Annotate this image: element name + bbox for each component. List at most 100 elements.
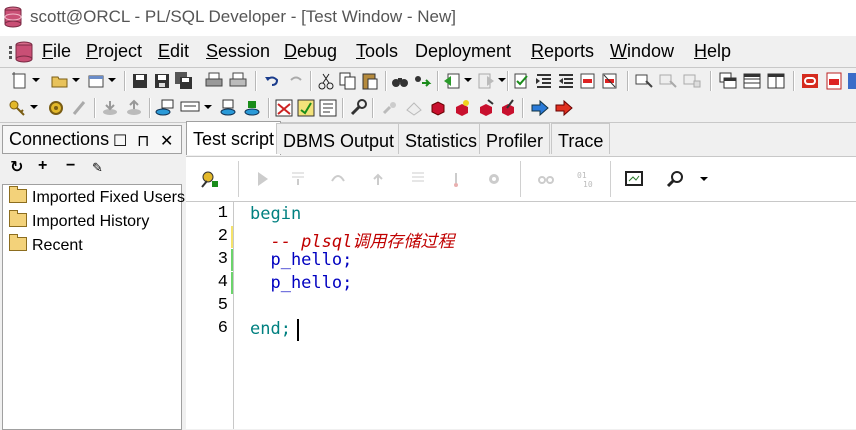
check-syntax-icon[interactable]	[512, 71, 532, 91]
add-icon[interactable]: +	[38, 157, 47, 175]
find-icon[interactable]	[390, 71, 410, 91]
menu-debug[interactable]: Debug	[284, 41, 337, 62]
eraser-disabled-icon[interactable]	[404, 98, 424, 118]
report-icon[interactable]	[296, 98, 316, 118]
pin-icon[interactable]: ⊓	[137, 131, 149, 151]
close-icon[interactable]: ✕	[160, 131, 173, 151]
breakpoint-disabled-icon[interactable]	[380, 98, 400, 118]
windows-tile-icon[interactable]	[742, 71, 762, 91]
save-icon[interactable]	[130, 71, 150, 91]
yellow-red-cube-icon[interactable]	[452, 98, 472, 118]
rollback-icon[interactable]	[124, 98, 144, 118]
undo-icon[interactable]	[262, 71, 282, 91]
navigate-forward-icon[interactable]	[476, 71, 496, 91]
menu-edit[interactable]: Edit	[158, 41, 189, 62]
brush-cube-icon[interactable]	[498, 98, 518, 118]
tab-profiler[interactable]: Profiler	[479, 123, 551, 154]
watch-icon[interactable]	[536, 169, 556, 189]
step-over-icon[interactable]	[328, 169, 348, 189]
chevron-down-icon[interactable]	[32, 78, 40, 82]
sql-window-icon[interactable]	[154, 98, 174, 118]
print-preview-icon[interactable]	[228, 71, 248, 91]
new-icon[interactable]	[10, 71, 30, 91]
uncomment-icon[interactable]	[600, 71, 620, 91]
execute-icon[interactable]	[46, 98, 66, 118]
code-editor[interactable]: 1 2 3 4 5 6 begin -- plsql调用存储过程 p_hello…	[186, 201, 856, 429]
menu-deployment[interactable]: Deployment	[415, 41, 511, 62]
run-icon[interactable]	[252, 169, 272, 189]
print-icon[interactable]	[204, 71, 224, 91]
tree-item-recent[interactable]: Recent	[9, 234, 83, 259]
run-to-next-icon[interactable]	[446, 169, 466, 189]
chevron-down-icon[interactable]	[72, 78, 80, 82]
windows-cascade-icon[interactable]	[718, 71, 738, 91]
maximize-icon[interactable]: ☐	[113, 131, 127, 151]
edit-icon[interactable]: ✎	[92, 160, 103, 176]
chevron-down-icon[interactable]	[700, 177, 708, 181]
comment-icon[interactable]	[578, 71, 598, 91]
tree-item-imported-fixed-users[interactable]: Imported Fixed Users	[9, 186, 185, 211]
oracle-icon[interactable]	[800, 71, 820, 91]
refresh-icon[interactable]: ↻	[10, 157, 23, 177]
query-builder-icon[interactable]	[682, 71, 702, 91]
run-to-exception-icon[interactable]	[408, 169, 428, 189]
menu-file[interactable]: File	[42, 41, 71, 62]
copy-icon[interactable]	[338, 71, 358, 91]
command-window-icon[interactable]	[218, 98, 238, 118]
settings-icon[interactable]	[484, 169, 504, 189]
tab-trace[interactable]: Trace	[551, 123, 611, 154]
save-as-icon[interactable]	[152, 71, 172, 91]
commit-icon[interactable]	[100, 98, 120, 118]
menu-project[interactable]: Project	[86, 41, 142, 62]
tab-statistics[interactable]: Statistics	[398, 123, 485, 154]
test-window-icon[interactable]	[242, 98, 262, 118]
break-icon[interactable]	[70, 98, 90, 118]
toolbar-separator	[793, 71, 795, 91]
unindent-icon[interactable]	[556, 71, 576, 91]
step-out-icon[interactable]	[368, 169, 388, 189]
tab-test-script[interactable]: Test script	[186, 121, 282, 155]
redo-icon[interactable]	[286, 71, 306, 91]
key-icon[interactable]	[8, 98, 28, 118]
help-icon[interactable]	[846, 71, 856, 91]
describe-disabled-icon[interactable]	[658, 71, 678, 91]
chevron-down-icon[interactable]	[498, 78, 506, 82]
tree-item-imported-history[interactable]: Imported History	[9, 210, 149, 235]
step-into-icon[interactable]	[288, 169, 308, 189]
menu-help[interactable]: Help	[694, 41, 731, 62]
menu-tools[interactable]: Tools	[356, 41, 398, 62]
diagram-icon[interactable]	[318, 98, 338, 118]
menu-window[interactable]: Window	[610, 41, 674, 62]
windows-tile-vertical-icon[interactable]	[766, 71, 786, 91]
save-all-icon[interactable]	[174, 71, 194, 91]
cut-icon[interactable]	[316, 71, 336, 91]
red-cube-icon[interactable]	[428, 98, 448, 118]
explain-plan-icon[interactable]	[274, 98, 294, 118]
red-cube-arrow-icon[interactable]	[476, 98, 496, 118]
menu-session[interactable]: Session	[206, 41, 270, 62]
output-window-icon[interactable]	[624, 169, 644, 189]
chevron-down-icon[interactable]	[30, 105, 38, 109]
wrench-icon[interactable]	[348, 98, 368, 118]
paste-icon[interactable]	[360, 71, 380, 91]
database-menu-icon[interactable]	[8, 40, 34, 64]
debug-start-icon[interactable]	[200, 169, 220, 189]
tab-dbms-output[interactable]: DBMS Output	[276, 123, 402, 154]
remove-icon[interactable]: −	[66, 157, 75, 175]
window-list-icon[interactable]	[86, 71, 106, 91]
menu-reports[interactable]: Reports	[531, 41, 594, 62]
open-folder-icon[interactable]	[50, 71, 70, 91]
indent-icon[interactable]	[534, 71, 554, 91]
sql-label-icon[interactable]	[180, 98, 200, 118]
describe-icon[interactable]	[634, 71, 654, 91]
search-icon[interactable]	[666, 169, 686, 189]
toggle-values-icon[interactable]: 0110	[576, 169, 596, 189]
pdf-icon[interactable]	[824, 71, 844, 91]
chevron-down-icon[interactable]	[108, 78, 116, 82]
arrow-right-red-icon[interactable]	[554, 98, 574, 118]
find-next-icon[interactable]	[412, 71, 432, 91]
arrow-right-blue-icon[interactable]	[530, 98, 550, 118]
navigate-back-icon[interactable]	[442, 71, 462, 91]
chevron-down-icon[interactable]	[204, 105, 212, 109]
chevron-down-icon[interactable]	[464, 78, 472, 82]
